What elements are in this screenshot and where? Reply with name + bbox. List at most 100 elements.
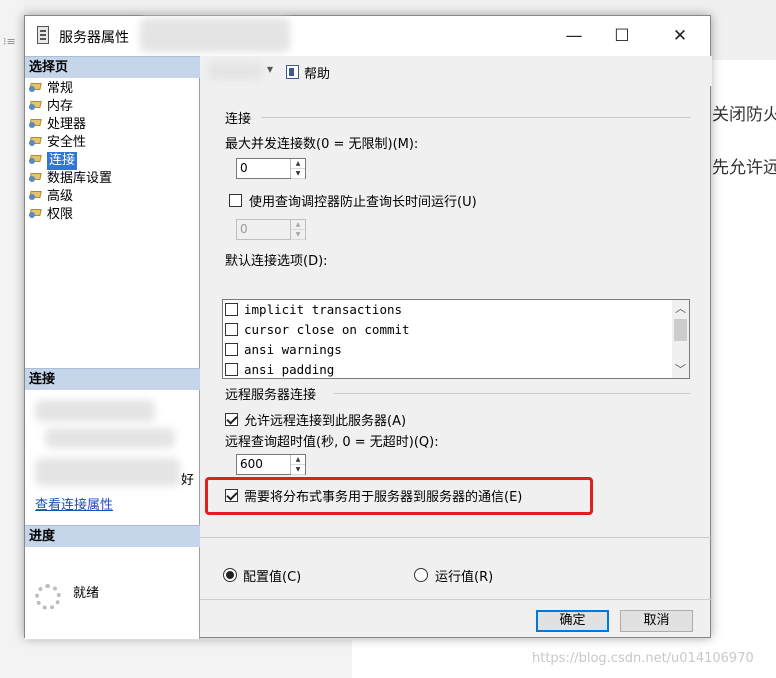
window-title: 服务器属性 bbox=[59, 30, 129, 46]
spin-down-icon[interactable]: ▼ bbox=[291, 465, 305, 475]
page-item[interactable]: 数据库设置 bbox=[29, 170, 112, 188]
option-label: implicit transactions bbox=[244, 302, 403, 317]
page-wrench-icon bbox=[29, 189, 43, 201]
background-sidebar bbox=[0, 0, 24, 678]
page-wrench-icon bbox=[29, 207, 43, 219]
list-item[interactable]: implicit transactions bbox=[225, 300, 402, 320]
connections-group-divider bbox=[262, 117, 690, 118]
distributed-tx-checkbox[interactable] bbox=[225, 489, 238, 502]
redacted-user bbox=[45, 428, 175, 448]
server-icon bbox=[37, 26, 49, 44]
dropdown-chevron-icon[interactable]: ▾ bbox=[267, 62, 273, 76]
server-properties-dialog: 服务器属性 — ☐ ✕ 选择页 常规 内存 处理器 安全性 连接 数据库设置 高级 权限 连接… bbox=[24, 15, 712, 639]
page-item-label: 常规 bbox=[47, 81, 74, 96]
remote-group-label: 远程服务器连接 bbox=[225, 388, 317, 403]
allow-remote-label: 允许远程连接到此服务器(A) bbox=[244, 414, 407, 429]
option-checkbox[interactable] bbox=[225, 303, 238, 316]
page-item[interactable]: 安全性 bbox=[29, 134, 86, 152]
default-options-label: 默认连接选项(D): bbox=[225, 254, 328, 269]
query-governor-spinner: 0 ▲ ▼ bbox=[236, 219, 306, 240]
options-scrollbar[interactable]: ︿ ﹀ bbox=[672, 300, 689, 378]
help-button[interactable]: 帮助 bbox=[304, 63, 330, 82]
redacted-server-name bbox=[140, 18, 290, 52]
query-governor-value: 0 bbox=[240, 222, 248, 236]
page-wrench-icon bbox=[29, 81, 43, 93]
background-text-1: 关闭防火 bbox=[712, 105, 776, 125]
max-connections-spinner[interactable]: 0 ▲ ▼ bbox=[236, 158, 306, 179]
toolbar: ▾ 帮助 bbox=[200, 56, 712, 86]
distributed-tx-label: 需要将分布式事务用于服务器到服务器的通信(E) bbox=[244, 490, 523, 505]
running-value-label: 运行值(R) bbox=[435, 570, 494, 585]
configured-value-label: 配置值(C) bbox=[243, 570, 302, 585]
option-checkbox[interactable] bbox=[225, 323, 238, 336]
select-page-header: 选择页 bbox=[25, 56, 200, 78]
help-icon[interactable] bbox=[286, 65, 299, 79]
page-item[interactable]: 高级 bbox=[29, 188, 73, 206]
redacted-login bbox=[35, 458, 180, 486]
page-item[interactable]: 处理器 bbox=[29, 116, 86, 134]
remote-group-divider bbox=[334, 393, 690, 394]
cancel-button[interactable]: 取消 bbox=[620, 610, 693, 632]
page-wrench-icon bbox=[29, 99, 43, 111]
running-value-radio[interactable] bbox=[414, 568, 428, 582]
max-connections-label: 最大并发连接数(0 = 无限制)(M): bbox=[225, 137, 419, 152]
title-bar[interactable]: 服务器属性 — ☐ ✕ bbox=[25, 16, 710, 56]
list-item[interactable]: ansi padding bbox=[225, 360, 335, 378]
connection-header: 连接 bbox=[25, 368, 200, 390]
scroll-thumb[interactable] bbox=[674, 319, 687, 341]
scroll-down-icon[interactable]: ﹀ bbox=[672, 361, 689, 378]
remote-timeout-spinner[interactable]: 600 ▲ ▼ bbox=[236, 454, 306, 475]
default-options-list[interactable]: implicit transactions cursor close on com… bbox=[222, 299, 690, 379]
page-wrench-icon bbox=[29, 153, 43, 165]
page-item[interactable]: 内存 bbox=[29, 98, 73, 116]
list-item[interactable]: cursor close on commit bbox=[225, 320, 410, 340]
list-item[interactable]: ansi warnings bbox=[225, 340, 342, 360]
allow-remote-checkbox[interactable] bbox=[225, 413, 238, 426]
page-wrench-icon bbox=[29, 117, 43, 129]
max-connections-value: 0 bbox=[240, 161, 248, 175]
page-wrench-icon bbox=[29, 171, 43, 183]
background-menu-icon: ⁝≡ bbox=[3, 35, 16, 48]
maximize-button[interactable]: ☐ bbox=[599, 16, 645, 56]
redacted-server bbox=[35, 400, 155, 422]
watermark: https://blog.csdn.net/u014106970 bbox=[532, 651, 754, 666]
page-item-label: 安全性 bbox=[47, 135, 87, 150]
page-item[interactable]: 连接 bbox=[29, 152, 78, 170]
spin-down-icon: ▼ bbox=[291, 230, 305, 240]
spin-down-icon[interactable]: ▼ bbox=[291, 169, 305, 179]
remote-timeout-label: 远程查询超时值(秒, 0 = 无超时)(Q): bbox=[225, 435, 439, 450]
spin-up-icon: ▲ bbox=[291, 220, 305, 230]
page-item[interactable]: 权限 bbox=[29, 206, 73, 224]
option-label: cursor close on commit bbox=[244, 322, 410, 337]
option-label: ansi padding bbox=[244, 362, 335, 377]
page-item-label: 高级 bbox=[47, 189, 74, 204]
page-item-label: 内存 bbox=[47, 99, 74, 114]
value-mode-divider bbox=[200, 537, 712, 538]
remote-timeout-value: 600 bbox=[240, 457, 263, 471]
query-governor-checkbox[interactable] bbox=[229, 194, 242, 207]
progress-spinner-icon bbox=[35, 584, 61, 610]
option-checkbox[interactable] bbox=[225, 363, 238, 376]
configured-value-radio[interactable] bbox=[223, 568, 237, 582]
close-button[interactable]: ✕ bbox=[657, 16, 703, 56]
progress-status: 就绪 bbox=[73, 586, 100, 601]
left-pane: 选择页 常规 内存 处理器 安全性 连接 数据库设置 高级 权限 连接 好 查看连接属性 进度… bbox=[25, 56, 200, 639]
scroll-up-icon[interactable]: ︿ bbox=[672, 300, 689, 317]
spin-up-icon[interactable]: ▲ bbox=[291, 159, 305, 169]
option-label: ansi warnings bbox=[244, 342, 342, 357]
spin-up-icon[interactable]: ▲ bbox=[291, 455, 305, 465]
background-text-2: 先允许远 bbox=[712, 158, 776, 178]
background-panel bbox=[0, 640, 352, 678]
page-item-label: 权限 bbox=[47, 207, 74, 222]
ok-button[interactable]: 确定 bbox=[536, 610, 609, 632]
connections-group-label: 连接 bbox=[225, 112, 252, 127]
view-connection-properties-link[interactable]: 查看连接属性 bbox=[35, 494, 113, 513]
connection-trailing-text: 好 bbox=[181, 473, 195, 488]
page-item-label: 处理器 bbox=[47, 117, 87, 132]
page-item[interactable]: 常规 bbox=[29, 80, 73, 98]
option-checkbox[interactable] bbox=[225, 343, 238, 356]
minimize-button[interactable]: — bbox=[551, 16, 597, 56]
redacted-script-button bbox=[208, 62, 263, 80]
connections-page: 连接 最大并发连接数(0 = 无限制)(M): 0 ▲ ▼ 使用查询调控器防止查询… bbox=[200, 86, 712, 599]
page-item-label: 数据库设置 bbox=[47, 171, 113, 186]
